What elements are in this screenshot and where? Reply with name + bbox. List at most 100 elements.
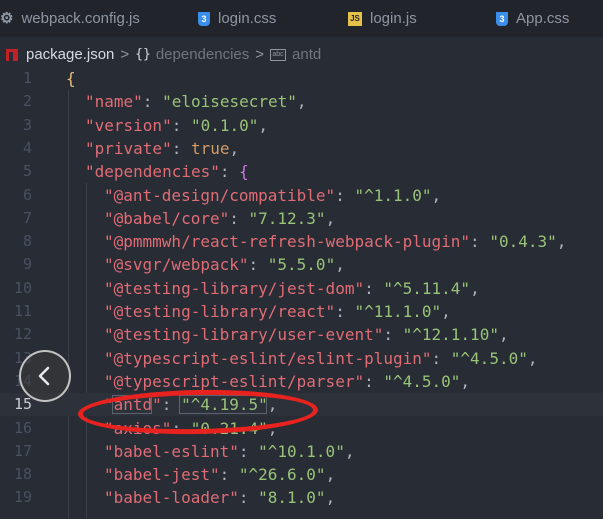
code-line[interactable]: 17 "babel-eslint": "^10.1.0", (0, 440, 603, 463)
code-line[interactable]: 11 "@testing-library/react": "^11.1.0", (0, 300, 603, 323)
code-text: "@ant-design/compatible": "^1.1.0", (104, 184, 441, 207)
code-text: { (66, 67, 76, 90)
code-token: : (171, 115, 191, 135)
code-token: "^5.11.4" (383, 278, 471, 298)
code-token: : (335, 302, 355, 321)
code-line[interactable]: 2 "name": "eloisesecret", (0, 90, 603, 113)
code-text: "babel-eslint": "^10.1.0", (104, 440, 354, 463)
line-number: 15 (13, 395, 32, 414)
line-number: 9 (22, 255, 32, 274)
line-number: 2 (22, 92, 32, 111)
code-text: "@babel/core": "7.12.3", (104, 207, 335, 230)
code-token: : (229, 208, 249, 228)
code-token: "8.1.0" (258, 488, 326, 508)
tab-bar: ⚙ webpack.config.js 3 login.css JS login… (0, 0, 603, 37)
code-token: , (527, 348, 538, 368)
code-line[interactable]: 13 "@typescript-eslint/eslint-plugin": "^… (0, 347, 603, 370)
line-number: 6 (22, 185, 32, 204)
tab-app-css[interactable]: 3 App.css (496, 0, 569, 37)
code-text: "@testing-library/user-event": "^12.1.10… (104, 323, 509, 346)
tab-webpack-config[interactable]: ⚙ webpack.config.js (0, 0, 140, 37)
breadcrumb-leaf[interactable]: antd (292, 46, 321, 63)
code-text: "private": true, (85, 137, 239, 160)
code-token: "babel-jest" (104, 465, 220, 485)
code-line[interactable]: 5 "dependencies": { (0, 160, 603, 183)
code-text: "babel-jest": "^26.6.0", (104, 463, 335, 486)
code-token: "0.1.0" (190, 115, 259, 135)
code-token: : (238, 441, 259, 461)
code-line[interactable]: 1{ (0, 67, 603, 90)
code-token: , (325, 488, 336, 508)
code-token: , (431, 185, 442, 205)
breadcrumb-file[interactable]: package.json (26, 46, 114, 63)
line-number: 19 (13, 488, 32, 507)
code-line[interactable]: 3 "version": "0.1.0", (0, 114, 603, 137)
tab-label: login.js (370, 10, 417, 27)
code-token: "eloisesecret" (162, 92, 297, 112)
chevron-right-icon: > (120, 46, 130, 63)
code-line[interactable]: 8 "@pmmmwh/react-refresh-webpack-plugin":… (0, 230, 603, 253)
code-token: : (219, 465, 239, 485)
code-token: "@babel/core" (104, 208, 230, 228)
code-token: , (344, 441, 355, 461)
code-token: "@testing-library/user-event" (104, 325, 384, 345)
code-token: : (470, 232, 490, 252)
line-number: 11 (13, 302, 32, 320)
code-text: "@typescript-eslint/parser": "^4.5.0", (104, 370, 470, 393)
code-line[interactable]: 18 "babel-jest": "^26.6.0", (0, 463, 603, 486)
tab-label: login.css (218, 10, 277, 27)
code-token: , (229, 138, 240, 158)
code-token: "^12.1.10" (402, 325, 499, 345)
line-number: 12 (13, 325, 32, 344)
code-line[interactable]: 9 "@svgr/webpack": "5.5.0", (0, 253, 603, 276)
code-token: : (364, 278, 384, 298)
code-line[interactable]: 12 "@testing-library/user-event": "^12.1.… (0, 323, 603, 346)
code-token: , (325, 465, 336, 485)
code-token: , (325, 208, 336, 228)
code-token: , (335, 255, 345, 275)
line-number: 5 (22, 162, 32, 181)
code-token: , (296, 92, 307, 112)
breadcrumb-node[interactable]: dependencies (156, 46, 249, 63)
code-token: , (556, 232, 567, 252)
code-line[interactable]: 14"@typescript-eslint/parser": "^4.5.0", (0, 370, 603, 393)
code-token: "@testing-library/jest-dom" (104, 278, 365, 298)
code-token: "^11.1.0" (354, 302, 442, 321)
code-token: { (239, 162, 249, 182)
code-editor[interactable]: 1{2 "name": "eloisesecret", 3 "version": "0… (0, 67, 603, 519)
code-token: "babel-eslint" (104, 441, 239, 461)
code-token: "@typescript-eslint/parser" (104, 371, 365, 391)
code-line[interactable]: 6 "@ant-design/compatible": "^1.1.0", (0, 184, 603, 207)
tab-label: webpack.config.js (21, 10, 140, 27)
code-text: "@pmmmwh/react-refresh-webpack-plugin": … (104, 230, 566, 253)
code-line[interactable]: 4 "private": true, (0, 137, 603, 160)
code-text: "@svgr/webpack": "5.5.0", (104, 253, 345, 276)
code-token: "^26.6.0" (238, 465, 326, 485)
css3-icon: 3 (496, 11, 508, 26)
code-token: "@ant-design/compatible" (104, 185, 336, 205)
chevron-left-icon (38, 366, 50, 386)
line-number: 3 (22, 115, 32, 134)
code-token: "@pmmmwh/react-refresh-webpack-plugin" (104, 232, 471, 252)
code-token: : (248, 255, 268, 275)
code-token: : (364, 371, 384, 391)
code-token: : (383, 325, 403, 345)
code-token: : (431, 348, 451, 368)
code-line[interactable]: 7 "@babel/core": "7.12.3", (0, 207, 603, 230)
code-token: "^4.5.0" (450, 348, 528, 368)
npm-icon (6, 48, 18, 61)
code-text: "name": "eloisesecret", (85, 90, 307, 113)
tab-label: App.css (516, 10, 570, 27)
chevron-right-icon: > (255, 46, 265, 63)
code-token: , (258, 115, 269, 135)
back-button[interactable] (19, 350, 71, 402)
tab-login-css[interactable]: 3 login.css (198, 0, 276, 37)
line-number: 7 (22, 208, 32, 227)
line-number: 1 (22, 69, 32, 87)
code-token: "private" (85, 138, 172, 158)
tab-login-js[interactable]: JS login.js (348, 0, 417, 37)
code-line[interactable]: 10 "@testing-library/jest-dom": "^5.11.4"… (0, 277, 603, 300)
code-line[interactable]: 19 "babel-loader": "8.1.0", (0, 486, 603, 509)
code-token: true (190, 138, 230, 158)
code-text: "version": "0.1.0", (85, 114, 268, 137)
